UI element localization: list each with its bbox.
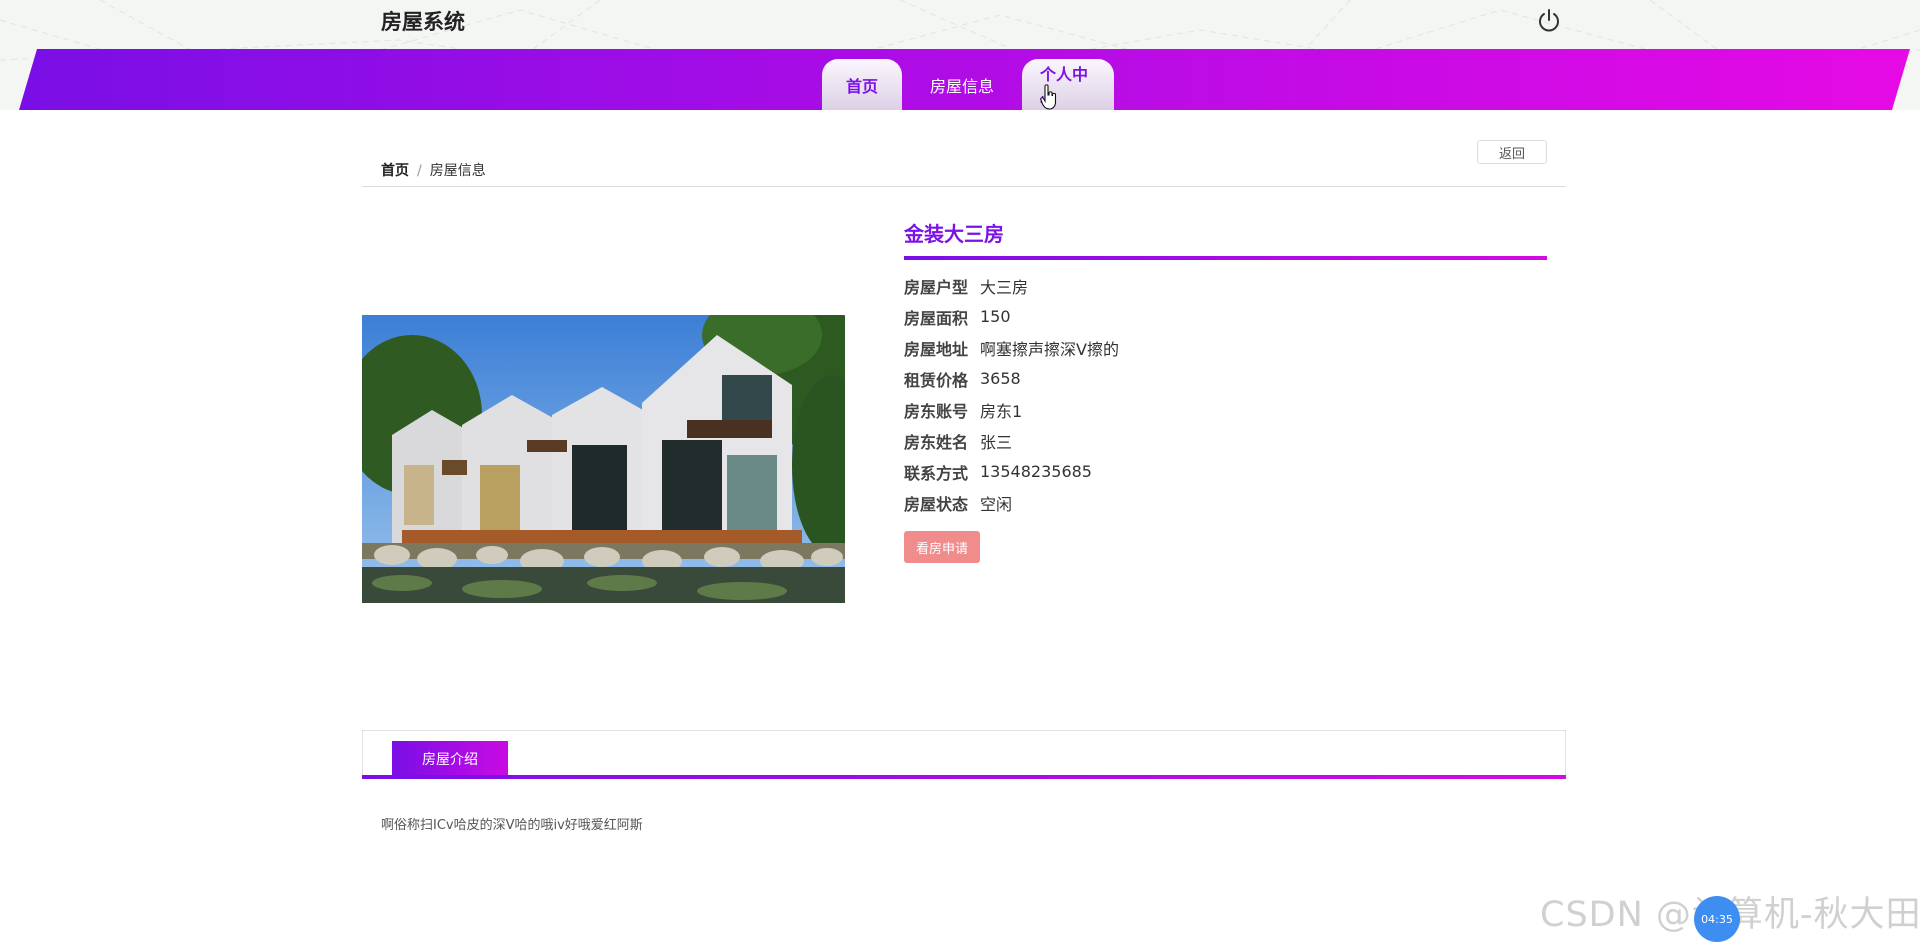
tab-underline: [362, 775, 1566, 779]
info-row: 房屋面积 150: [904, 301, 1119, 332]
house-title: 金装大三房: [904, 222, 1004, 246]
main-nav: 首页 房屋信息 个人中心: [822, 59, 1114, 110]
house-info-list: 房屋户型 大三房 房屋面积 150 房屋地址 啊塞擦声擦深V擦的 租赁价格 3658 房…: [904, 270, 1119, 518]
brand-title: 房屋系统: [381, 10, 465, 34]
view-apply-button[interactable]: 看房申请: [904, 531, 980, 563]
field-label: 联系方式: [904, 463, 969, 483]
divider: [362, 186, 1566, 187]
info-row: 房屋户型 大三房: [904, 270, 1119, 301]
tabs-container: [362, 730, 1566, 776]
back-button[interactable]: 返回: [1477, 140, 1547, 164]
field-value: 房东1: [980, 401, 1023, 421]
field-label: 房屋地址: [904, 339, 969, 359]
power-icon[interactable]: [1536, 8, 1562, 34]
info-row: 房东账号 房东1: [904, 394, 1119, 425]
hand-cursor-icon: [1040, 84, 1057, 110]
title-underline: [904, 256, 1547, 260]
info-row: 房屋地址 啊塞擦声擦深V擦的: [904, 332, 1119, 363]
breadcrumb: 首页 / 房屋信息: [381, 160, 486, 180]
breadcrumb-home[interactable]: 首页: [381, 163, 409, 179]
house-description: 啊俗称扫ICv哈皮的深V哈的哦iv好哦爱红阿斯: [381, 818, 643, 833]
field-label: 房屋状态: [904, 494, 969, 514]
breadcrumb-separator: /: [417, 163, 422, 179]
field-label: 房东账号: [904, 401, 969, 421]
tab-house-intro[interactable]: 房屋介绍: [392, 741, 508, 776]
breadcrumb-current: 房屋信息: [429, 163, 486, 179]
info-row: 联系方式 13548235685: [904, 456, 1119, 487]
info-row: 租赁价格 3658: [904, 363, 1119, 394]
nav-item-house-info[interactable]: 房屋信息: [912, 59, 1012, 110]
house-photo: [362, 315, 845, 603]
field-label: 房屋面积: [904, 308, 969, 328]
field-label: 租赁价格: [904, 370, 969, 390]
field-value: 空闲: [980, 494, 1013, 514]
field-label: 房东姓名: [904, 432, 969, 452]
timer-bubble: 04:35: [1694, 896, 1740, 942]
field-value: 13548235685: [980, 462, 1092, 481]
info-row: 房屋状态 空闲: [904, 487, 1119, 518]
field-value: 3658: [980, 369, 1021, 388]
info-row: 房东姓名 张三: [904, 425, 1119, 456]
field-label: 房屋户型: [904, 277, 969, 297]
field-value: 150: [980, 307, 1011, 326]
nav-item-home[interactable]: 首页: [822, 59, 902, 110]
nav-item-personal-center[interactable]: 个人中心: [1022, 59, 1114, 110]
field-value: 大三房: [980, 277, 1029, 297]
field-value: 张三: [980, 432, 1013, 452]
field-value: 啊塞擦声擦深V擦的: [980, 339, 1119, 359]
